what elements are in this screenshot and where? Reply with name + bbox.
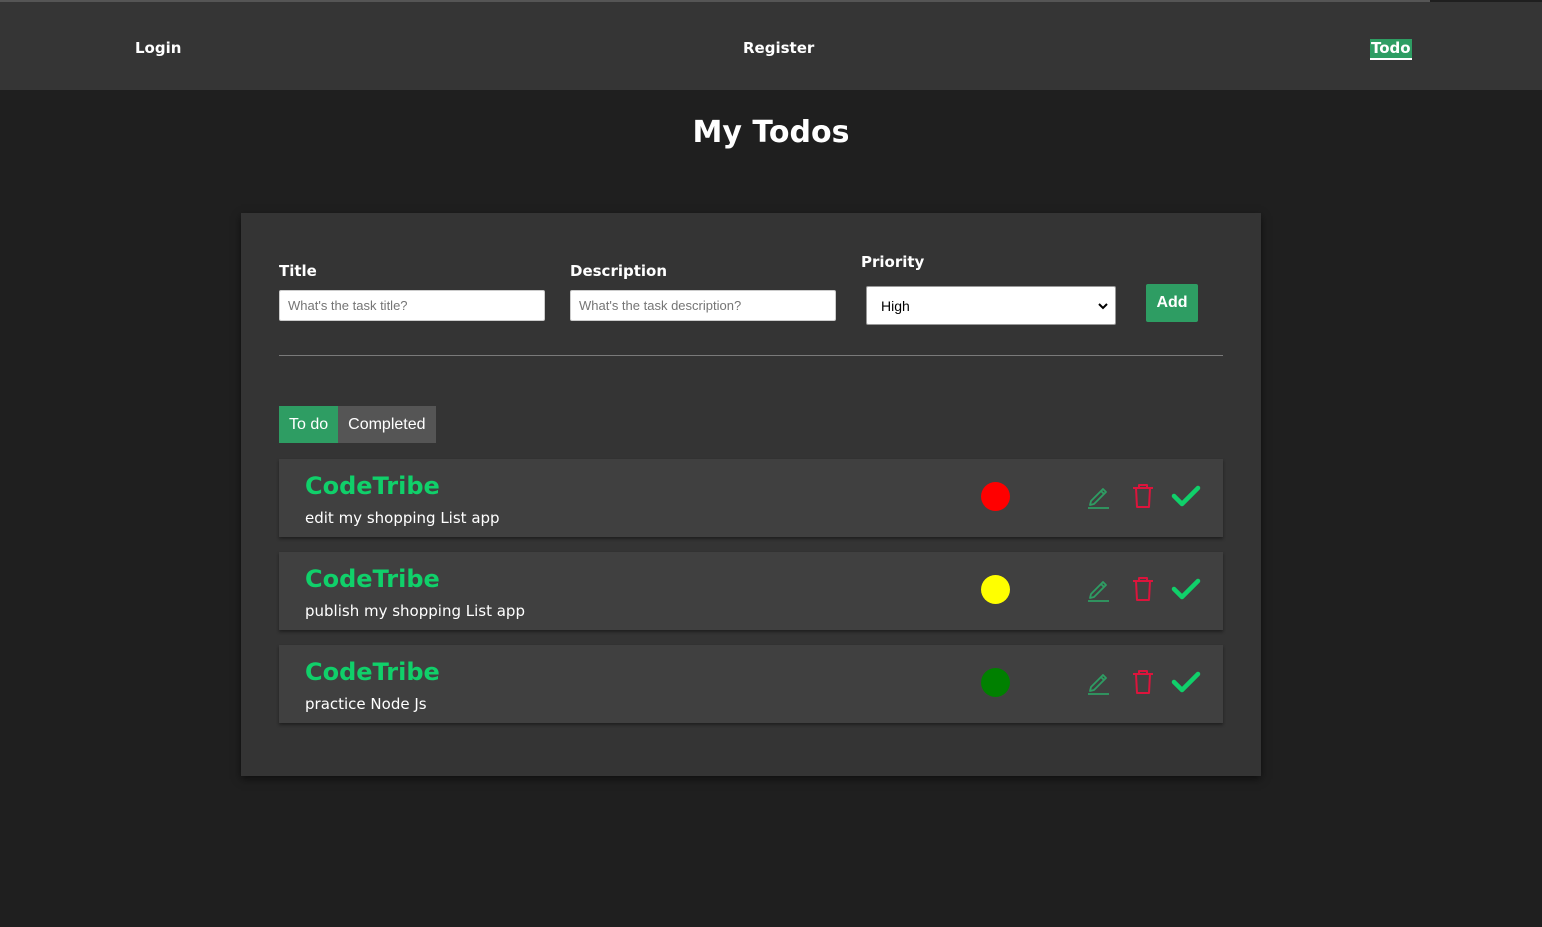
check-icon[interactable] bbox=[1171, 575, 1201, 603]
status-tabs: To do Completed bbox=[279, 406, 436, 443]
todo-description: edit my shopping List app bbox=[305, 509, 500, 527]
title-label: Title bbox=[279, 262, 317, 280]
trash-icon[interactable] bbox=[1130, 575, 1156, 603]
nav-login-link[interactable]: Login bbox=[135, 39, 181, 57]
navbar: Login Register Todo bbox=[0, 2, 1542, 90]
priority-selected-value: High bbox=[881, 298, 910, 314]
todo-item: CodeTribe edit my shopping List app bbox=[279, 459, 1223, 537]
edit-icon[interactable] bbox=[1086, 482, 1112, 510]
priority-indicator bbox=[981, 575, 1010, 604]
priority-select[interactable]: High bbox=[866, 286, 1116, 325]
todo-title: CodeTribe bbox=[305, 472, 440, 500]
title-input[interactable] bbox=[279, 290, 545, 321]
priority-label: Priority bbox=[861, 253, 925, 271]
edit-icon[interactable] bbox=[1086, 668, 1112, 696]
tab-todo[interactable]: To do bbox=[279, 406, 339, 443]
form-divider bbox=[279, 355, 1223, 356]
description-label: Description bbox=[570, 262, 668, 280]
todo-description: practice Node Js bbox=[305, 695, 427, 713]
page-title: My Todos bbox=[692, 115, 850, 150]
check-icon[interactable] bbox=[1171, 482, 1201, 510]
todo-item: CodeTribe practice Node Js bbox=[279, 645, 1223, 723]
todo-item: CodeTribe publish my shopping List app bbox=[279, 552, 1223, 630]
todo-card: Title Description Priority High Add To d… bbox=[241, 213, 1261, 776]
add-button[interactable]: Add bbox=[1146, 284, 1198, 322]
trash-icon[interactable] bbox=[1130, 482, 1156, 510]
edit-icon[interactable] bbox=[1086, 575, 1112, 603]
chevron-down-icon bbox=[1098, 303, 1108, 310]
todo-title: CodeTribe bbox=[305, 658, 440, 686]
description-input[interactable] bbox=[570, 290, 836, 321]
todo-title: CodeTribe bbox=[305, 565, 440, 593]
tab-completed[interactable]: Completed bbox=[338, 406, 436, 443]
nav-todo-link[interactable]: Todo bbox=[1370, 39, 1412, 60]
trash-icon[interactable] bbox=[1130, 668, 1156, 696]
check-icon[interactable] bbox=[1171, 668, 1201, 696]
priority-indicator bbox=[981, 668, 1010, 697]
priority-indicator bbox=[981, 482, 1010, 511]
todo-description: publish my shopping List app bbox=[305, 602, 525, 620]
nav-register-link[interactable]: Register bbox=[743, 39, 814, 57]
